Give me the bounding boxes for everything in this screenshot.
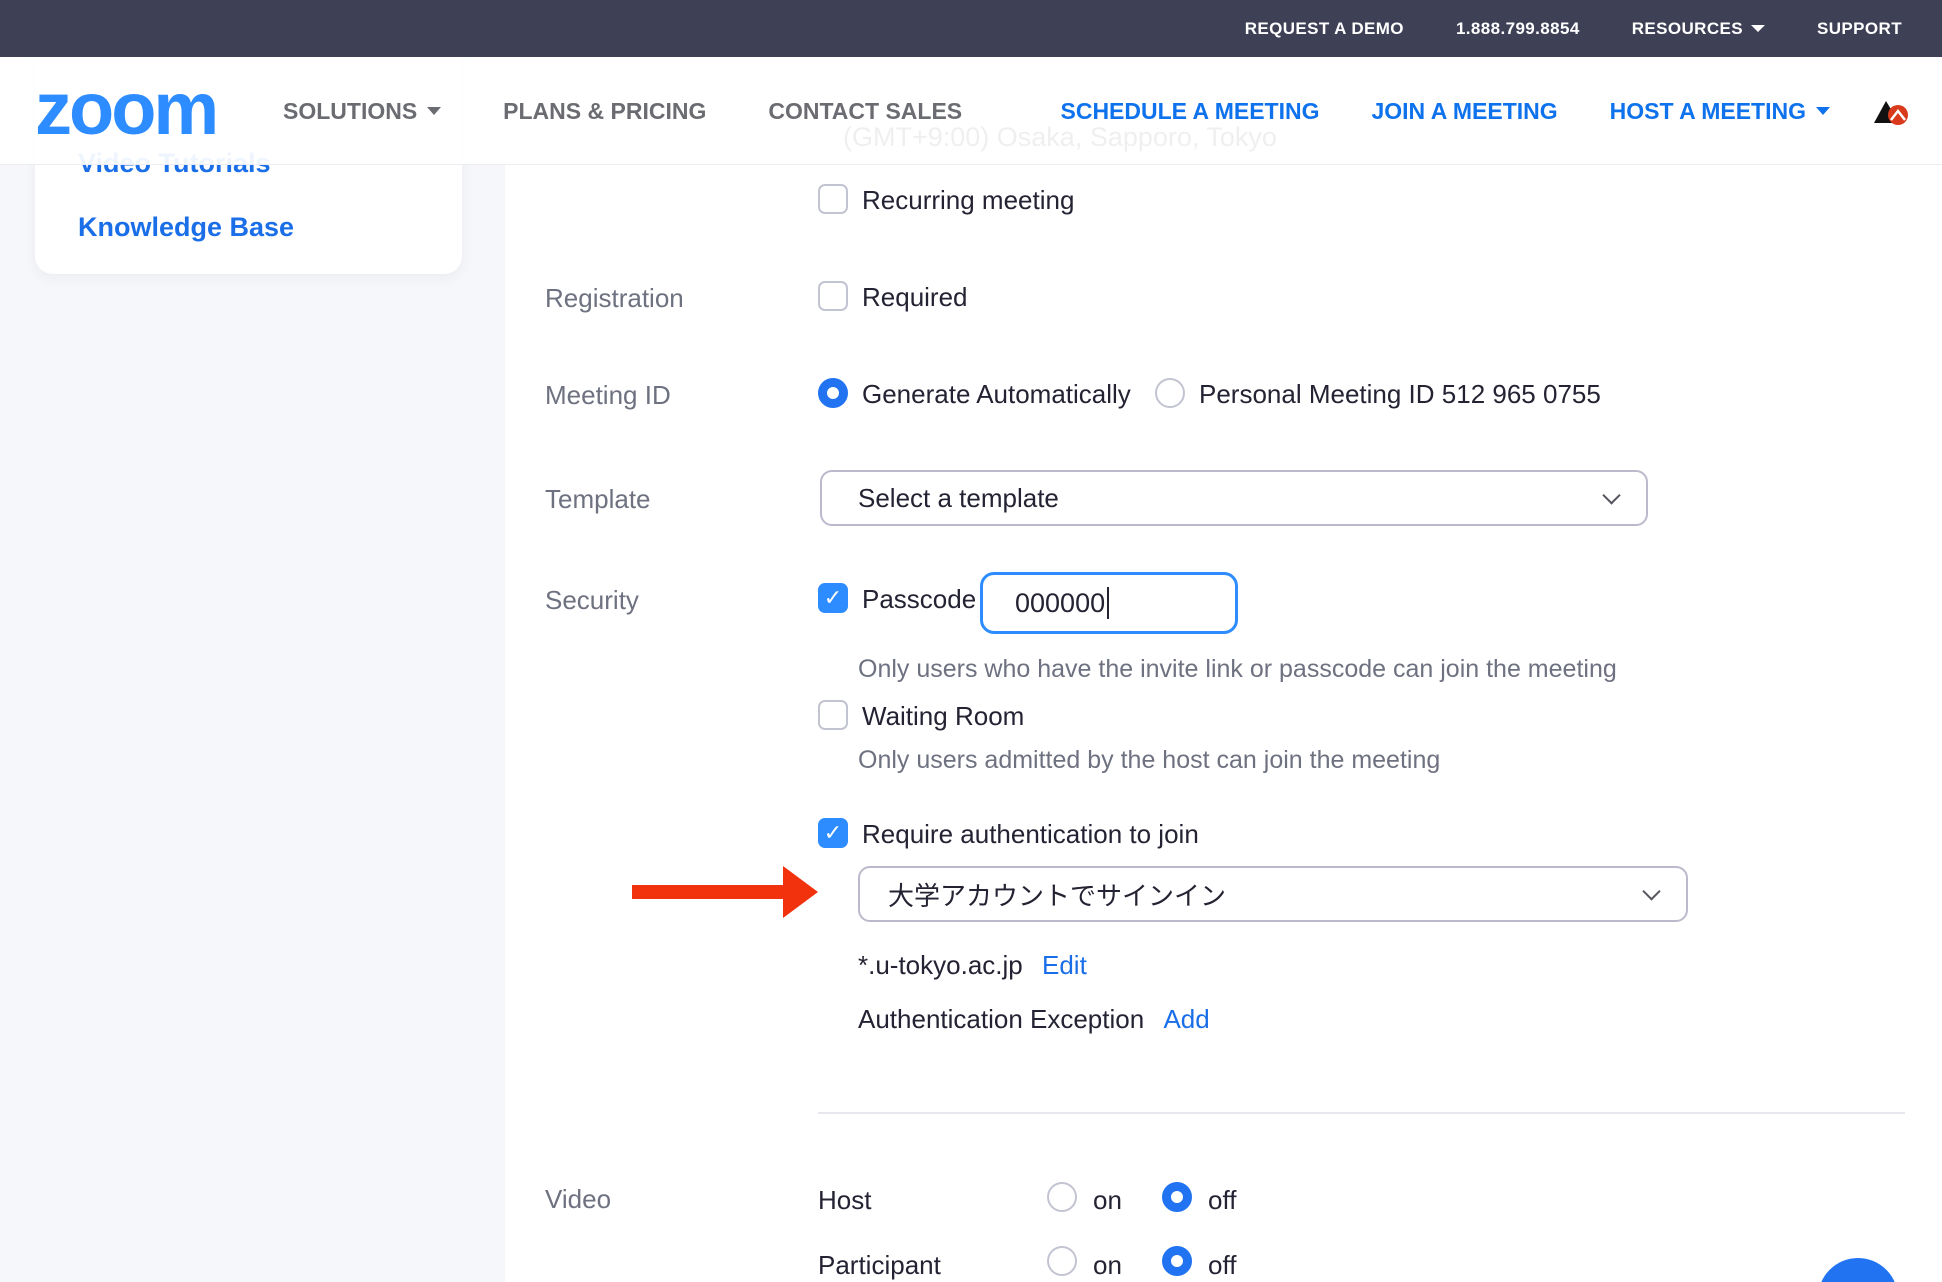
request-demo-label: REQUEST A DEMO xyxy=(1245,19,1404,39)
registration-required-checkbox[interactable] xyxy=(818,281,848,311)
participant-video-on-label: on xyxy=(1093,1250,1122,1281)
participant-video-on-radio[interactable] xyxy=(1047,1246,1077,1276)
passcode-input[interactable]: 000000 xyxy=(980,572,1238,634)
host-video-off-radio[interactable] xyxy=(1162,1182,1192,1212)
support-link[interactable]: SUPPORT xyxy=(1817,19,1902,39)
text-cursor xyxy=(1107,587,1109,619)
support-label: SUPPORT xyxy=(1817,19,1902,39)
require-authentication-label: Require authentication to join xyxy=(862,819,1199,850)
nav-solutions-label: SOLUTIONS xyxy=(283,98,417,125)
personal-meeting-id-radio[interactable] xyxy=(1155,378,1185,408)
nav-join-meeting[interactable]: JOIN A MEETING xyxy=(1371,98,1557,125)
generate-automatically-radio[interactable] xyxy=(818,378,848,408)
chevron-down-icon xyxy=(1751,25,1765,32)
participant-video-off-label: off xyxy=(1208,1250,1236,1281)
request-demo-link[interactable]: REQUEST A DEMO xyxy=(1245,19,1404,39)
waiting-room-hint: Only users admitted by the host can join… xyxy=(858,746,1440,775)
template-select-value: Select a template xyxy=(858,483,1059,514)
nav-plans-label: PLANS & PRICING xyxy=(503,98,706,125)
chevron-down-icon xyxy=(1642,882,1660,900)
waiting-room-checkbox[interactable] xyxy=(818,700,848,730)
video-participant-label: Participant xyxy=(818,1250,941,1281)
nav-contact-sales[interactable]: CONTACT SALES xyxy=(768,98,962,125)
passcode-checkbox[interactable]: ✓ xyxy=(818,583,848,613)
host-video-off-label: off xyxy=(1208,1185,1236,1216)
meeting-nav: SCHEDULE A MEETING JOIN A MEETING HOST A… xyxy=(1061,57,1831,165)
help-chat-button[interactable] xyxy=(1818,1258,1898,1282)
chevron-down-icon xyxy=(1602,486,1620,504)
require-authentication-checkbox[interactable]: ✓ xyxy=(818,818,848,848)
nav-schedule-label: SCHEDULE A MEETING xyxy=(1061,98,1320,125)
recurring-meeting-checkbox[interactable] xyxy=(818,184,848,214)
video-label: Video xyxy=(545,1184,611,1215)
nav-join-label: JOIN A MEETING xyxy=(1371,98,1557,125)
utility-bar: REQUEST A DEMO 1.888.799.8854 RESOURCES … xyxy=(0,0,1942,57)
main-header: zoom SOLUTIONS PLANS & PRICING CONTACT S… xyxy=(0,57,1942,165)
passcode-value: 000000 xyxy=(1015,588,1105,619)
avatar-mountain-image xyxy=(1872,93,1910,129)
nav-contact-label: CONTACT SALES xyxy=(768,98,962,125)
auth-exception-row: Authentication Exception Add xyxy=(858,1004,1210,1035)
passcode-label: Passcode xyxy=(862,584,976,615)
user-avatar[interactable] xyxy=(1872,93,1910,129)
registration-required-label: Required xyxy=(862,282,968,313)
section-divider xyxy=(818,1112,1905,1114)
template-label: Template xyxy=(545,484,651,515)
waiting-room-label: Waiting Room xyxy=(862,701,1024,732)
auth-method-value: 大学アカウントでサインイン xyxy=(888,876,1226,913)
security-label: Security xyxy=(545,585,639,616)
template-select[interactable]: Select a template xyxy=(820,470,1648,526)
nav-plans-pricing[interactable]: PLANS & PRICING xyxy=(503,98,706,125)
recurring-meeting-label: Recurring meeting xyxy=(862,185,1074,216)
nav-host-meeting[interactable]: HOST A MEETING xyxy=(1610,98,1830,125)
passcode-hint: Only users who have the invite link or p… xyxy=(858,655,1617,684)
auth-domain-row: *.u-tokyo.ac.jp Edit xyxy=(858,950,1087,981)
auth-method-select[interactable]: 大学アカウントでサインイン xyxy=(858,866,1688,922)
phone-number-label: 1.888.799.8854 xyxy=(1456,19,1580,39)
host-video-on-label: on xyxy=(1093,1185,1122,1216)
zoom-schedule-meeting-page: Live Training (GMT+9:00) Osaka, Sapporo,… xyxy=(0,0,1942,1282)
zoom-logo[interactable]: zoom xyxy=(35,72,216,146)
video-host-label: Host xyxy=(818,1185,871,1216)
meeting-id-label: Meeting ID xyxy=(545,380,671,411)
participant-video-off-radio[interactable] xyxy=(1162,1246,1192,1276)
auth-exception-label: Authentication Exception xyxy=(858,1004,1144,1034)
registration-label: Registration xyxy=(545,283,684,314)
personal-meeting-id-label: Personal Meeting ID 512 965 0755 xyxy=(1199,379,1601,410)
host-video-on-radio[interactable] xyxy=(1047,1182,1077,1212)
chevron-down-icon xyxy=(427,107,441,115)
red-arrow-annotation xyxy=(632,866,818,918)
generate-automatically-label: Generate Automatically xyxy=(862,379,1131,410)
edit-auth-domain-link[interactable]: Edit xyxy=(1042,950,1087,980)
primary-nav: SOLUTIONS PLANS & PRICING CONTACT SALES xyxy=(283,57,962,165)
resources-label: RESOURCES xyxy=(1632,19,1743,39)
nav-host-label: HOST A MEETING xyxy=(1610,98,1806,125)
sidebar-item-knowledge-base[interactable]: Knowledge Base xyxy=(78,212,294,243)
nav-solutions[interactable]: SOLUTIONS xyxy=(283,98,441,125)
add-auth-exception-link[interactable]: Add xyxy=(1163,1004,1209,1034)
nav-schedule-meeting[interactable]: SCHEDULE A MEETING xyxy=(1061,98,1320,125)
phone-number-link[interactable]: 1.888.799.8854 xyxy=(1456,19,1580,39)
auth-domain-text: *.u-tokyo.ac.jp xyxy=(858,950,1023,980)
chevron-down-icon xyxy=(1816,107,1830,115)
resources-menu[interactable]: RESOURCES xyxy=(1632,19,1765,39)
